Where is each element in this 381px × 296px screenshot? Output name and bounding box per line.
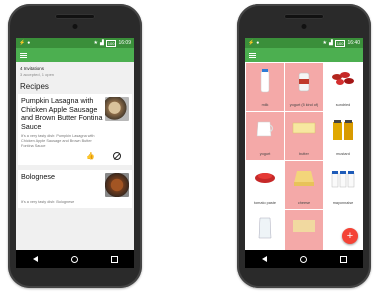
ingredient-tile[interactable]: milk xyxy=(246,63,284,111)
ingredient-tile[interactable]: butter xyxy=(285,112,323,160)
recipe-description: It's a very tasty dish: Pumpkin Lasagna … xyxy=(21,134,95,148)
yogurt-jug-image xyxy=(256,121,274,137)
ingredient-label: butter xyxy=(299,152,309,156)
ingredient-tile[interactable] xyxy=(246,210,284,250)
clock: 16:09 xyxy=(118,40,131,46)
app-bar xyxy=(16,48,134,62)
section-title: Recipes xyxy=(20,82,49,91)
ingredient-tile[interactable]: yogurt (5 kind of) xyxy=(285,63,323,111)
recipes-screen: ⚡ ● ★ ▟ 100 16:09 4 Invitations 3 accept… xyxy=(16,38,134,250)
invitations-summary[interactable]: 4 Invitations 3 accepted, 1 open xyxy=(16,62,134,79)
menu-icon[interactable] xyxy=(20,52,27,58)
battery-icon: 100 xyxy=(334,39,346,47)
yogurt-image xyxy=(298,72,310,92)
sundried-tomato-image xyxy=(332,72,354,85)
ingredient-grid: milk yogurt (5 kind of) sundried yogurt … xyxy=(245,62,363,250)
home-icon[interactable] xyxy=(299,255,307,263)
recipe-card[interactable]: Bolognese It's a very tasty dish: Bologn… xyxy=(18,170,132,208)
ingredients-screen: ⚡ ● ★ ▟ 100 16:40 milk yogurt (5 kind of… xyxy=(245,38,363,250)
mustard-image xyxy=(333,120,353,140)
ingredient-tile[interactable]: tomato paste xyxy=(246,161,284,209)
ingredient-tile[interactable]: sundried xyxy=(324,63,362,111)
thumbs-up-icon[interactable]: 👍 xyxy=(86,152,95,160)
ingredient-label: yogurt (5 kind of) xyxy=(289,103,319,107)
invitations-subtitle: 3 accepted, 1 open xyxy=(20,72,55,77)
invitations-title: 4 Invitations xyxy=(20,66,45,71)
star-icon: ★ xyxy=(322,40,327,46)
front-camera xyxy=(301,24,307,29)
ingredient-label: milk xyxy=(261,103,269,107)
ingredient-label: yogurt xyxy=(259,152,271,156)
status-bar: ⚡ ● ★ ▟ 100 16:09 xyxy=(16,38,134,48)
nav-bar xyxy=(245,250,363,268)
recipe-title: Bolognese xyxy=(21,172,55,182)
status-bar: ⚡ ● ★ ▟ 100 16:40 xyxy=(245,38,363,48)
phone-right: ⚡ ● ★ ▟ 100 16:40 milk yogurt (5 kind of… xyxy=(237,4,371,288)
speaker-grille xyxy=(284,14,324,19)
ingredient-label: tomato paste xyxy=(254,201,276,205)
recent-apps-icon[interactable] xyxy=(339,255,347,263)
signal-icon: ▟ xyxy=(99,40,104,46)
cheese-image xyxy=(294,171,314,186)
milk-image xyxy=(260,69,270,93)
front-camera xyxy=(72,24,78,29)
ingredient-tile[interactable]: mustard xyxy=(324,112,362,160)
tomato-paste-image xyxy=(255,173,275,183)
speaker-grille xyxy=(55,14,95,19)
recipe-image xyxy=(105,173,129,198)
recipe-description: It's a very tasty dish: Bolognese xyxy=(21,200,75,205)
ingredient-label: mayonnaise xyxy=(332,201,354,205)
ingredient-tile[interactable]: mayonnaise xyxy=(324,161,362,209)
ingredient-tile[interactable]: cheese xyxy=(285,161,323,209)
mayonnaise-image xyxy=(331,171,355,188)
ingredient-label: cheese xyxy=(297,201,311,205)
block-icon[interactable] xyxy=(113,152,121,161)
pastry-image xyxy=(293,220,315,232)
home-icon[interactable] xyxy=(70,255,78,263)
phone-left: ⚡ ● ★ ▟ 100 16:09 4 Invitations 3 accept… xyxy=(8,4,142,288)
nav-bar xyxy=(16,250,134,268)
recipe-card[interactable]: Pumpkin Lasagna with Chicken Apple Sausa… xyxy=(18,94,132,166)
app-bar xyxy=(245,48,363,62)
signal-icon: ▟ xyxy=(328,40,333,46)
butter-image xyxy=(292,122,316,134)
menu-icon[interactable] xyxy=(249,52,256,58)
clock: 16:40 xyxy=(347,40,360,46)
ingredient-tile[interactable]: yogurt xyxy=(246,112,284,160)
recent-apps-icon[interactable] xyxy=(110,255,118,263)
recipe-image xyxy=(105,97,129,121)
battery-icon: 100 xyxy=(105,39,117,47)
usb-icon: ⚡ xyxy=(19,40,26,46)
recipe-title: Pumpkin Lasagna with Chicken Apple Sausa… xyxy=(21,96,103,131)
ingredient-label: sundried xyxy=(335,103,351,107)
back-icon[interactable] xyxy=(261,256,267,262)
location-icon: ● xyxy=(256,40,260,46)
location-icon: ● xyxy=(27,40,31,46)
glass-jug-image xyxy=(258,217,272,239)
usb-icon: ⚡ xyxy=(248,40,255,46)
back-icon[interactable] xyxy=(32,256,38,262)
star-icon: ★ xyxy=(93,40,98,46)
ingredient-label: mustard xyxy=(336,152,350,156)
ingredient-tile[interactable] xyxy=(285,210,323,250)
add-button[interactable]: + xyxy=(342,228,358,244)
